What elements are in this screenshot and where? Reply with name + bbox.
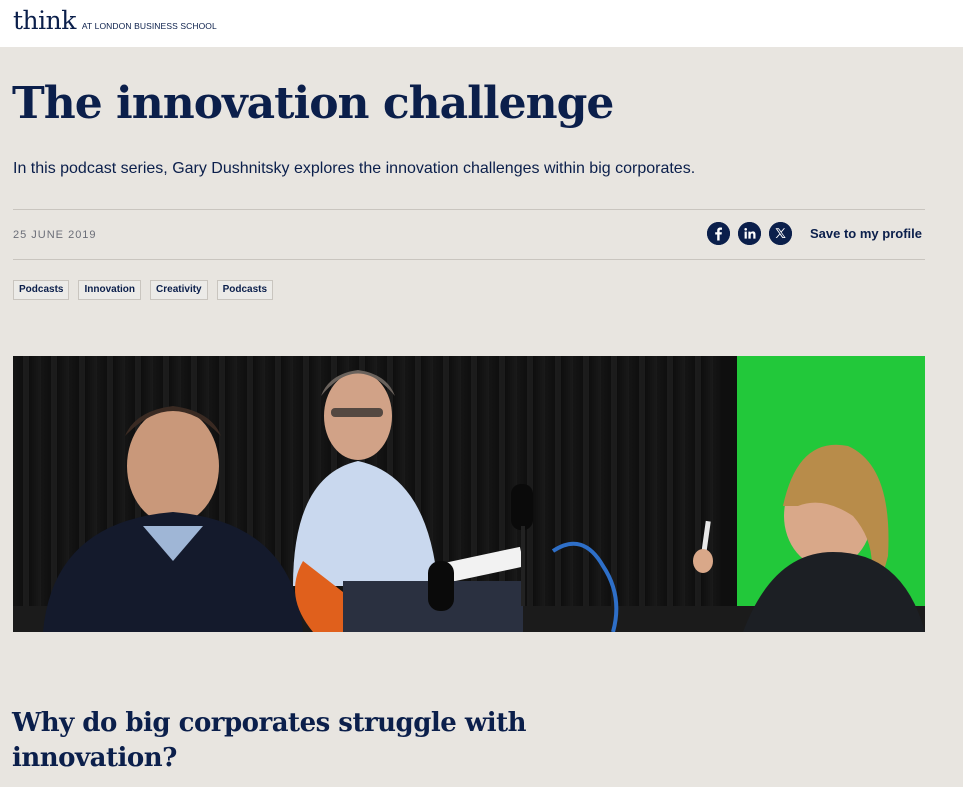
logo-subtitle: AT LONDON BUSINESS SCHOOL [81,21,217,31]
tag-innovation[interactable]: Innovation [78,280,142,300]
linkedin-icon[interactable] [738,222,761,245]
divider-top [13,209,925,210]
tag-creativity[interactable]: Creativity [150,280,208,300]
top-bar: think AT LONDON BUSINESS SCHOOL [0,0,963,47]
hero-image [13,356,925,632]
save-to-profile-link[interactable]: Save to my profile [810,226,922,241]
site-logo[interactable]: think AT LONDON BUSINESS SCHOOL [13,6,217,35]
tag-podcasts-2[interactable]: Podcasts [216,280,274,300]
article-title: The innovation challenge [12,78,614,129]
share-buttons [707,222,792,245]
x-icon[interactable] [769,222,792,245]
tag-podcasts[interactable]: Podcasts [13,280,70,300]
divider-bottom [13,259,925,260]
logo-wordmark: think [13,6,76,35]
publish-date: 25 JUNE 2019 [13,229,97,241]
tag-list: Podcasts Innovation Creativity Podcasts [13,280,274,300]
facebook-icon[interactable] [707,222,730,245]
article-standfirst: In this podcast series, Gary Dushnitsky … [13,160,696,177]
section-heading: Why do big corporates struggle with inno… [12,708,527,773]
